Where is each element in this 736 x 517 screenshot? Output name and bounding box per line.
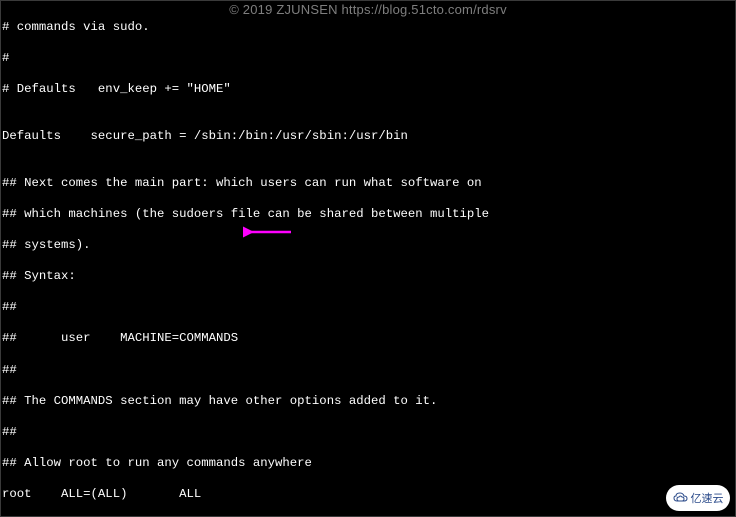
- sudoers-line: ##: [2, 425, 734, 441]
- sudoers-line: ## Allow root to run any commands anywhe…: [2, 456, 734, 472]
- brand-text: 亿速云: [691, 490, 724, 506]
- terminal-editor-view[interactable]: # commands via sudo. # # Defaults env_ke…: [0, 0, 736, 517]
- sudoers-line: ## The COMMANDS section may have other o…: [2, 394, 734, 410]
- sudoers-line: ## which machines (the sudoers file can …: [2, 207, 734, 223]
- sudoers-line: ## Next comes the main part: which users…: [2, 176, 734, 192]
- sudoers-line: ## systems).: [2, 238, 734, 254]
- sudoers-line: Defaults secure_path = /sbin:/bin:/usr/s…: [2, 129, 734, 145]
- sudoers-line: # commands via sudo.: [2, 20, 734, 36]
- brand-logo: 亿速云: [666, 485, 730, 511]
- sudoers-line: root ALL=(ALL) ALL: [2, 487, 734, 503]
- sudoers-line: # Defaults env_keep += "HOME": [2, 82, 734, 98]
- sudoers-line: ##: [2, 300, 734, 316]
- sudoers-line: ## user MACHINE=COMMANDS: [2, 331, 734, 347]
- cloud-icon: [673, 492, 689, 504]
- sudoers-line: ##: [2, 363, 734, 379]
- sudoers-line: #: [2, 51, 734, 67]
- sudoers-line: ## Syntax:: [2, 269, 734, 285]
